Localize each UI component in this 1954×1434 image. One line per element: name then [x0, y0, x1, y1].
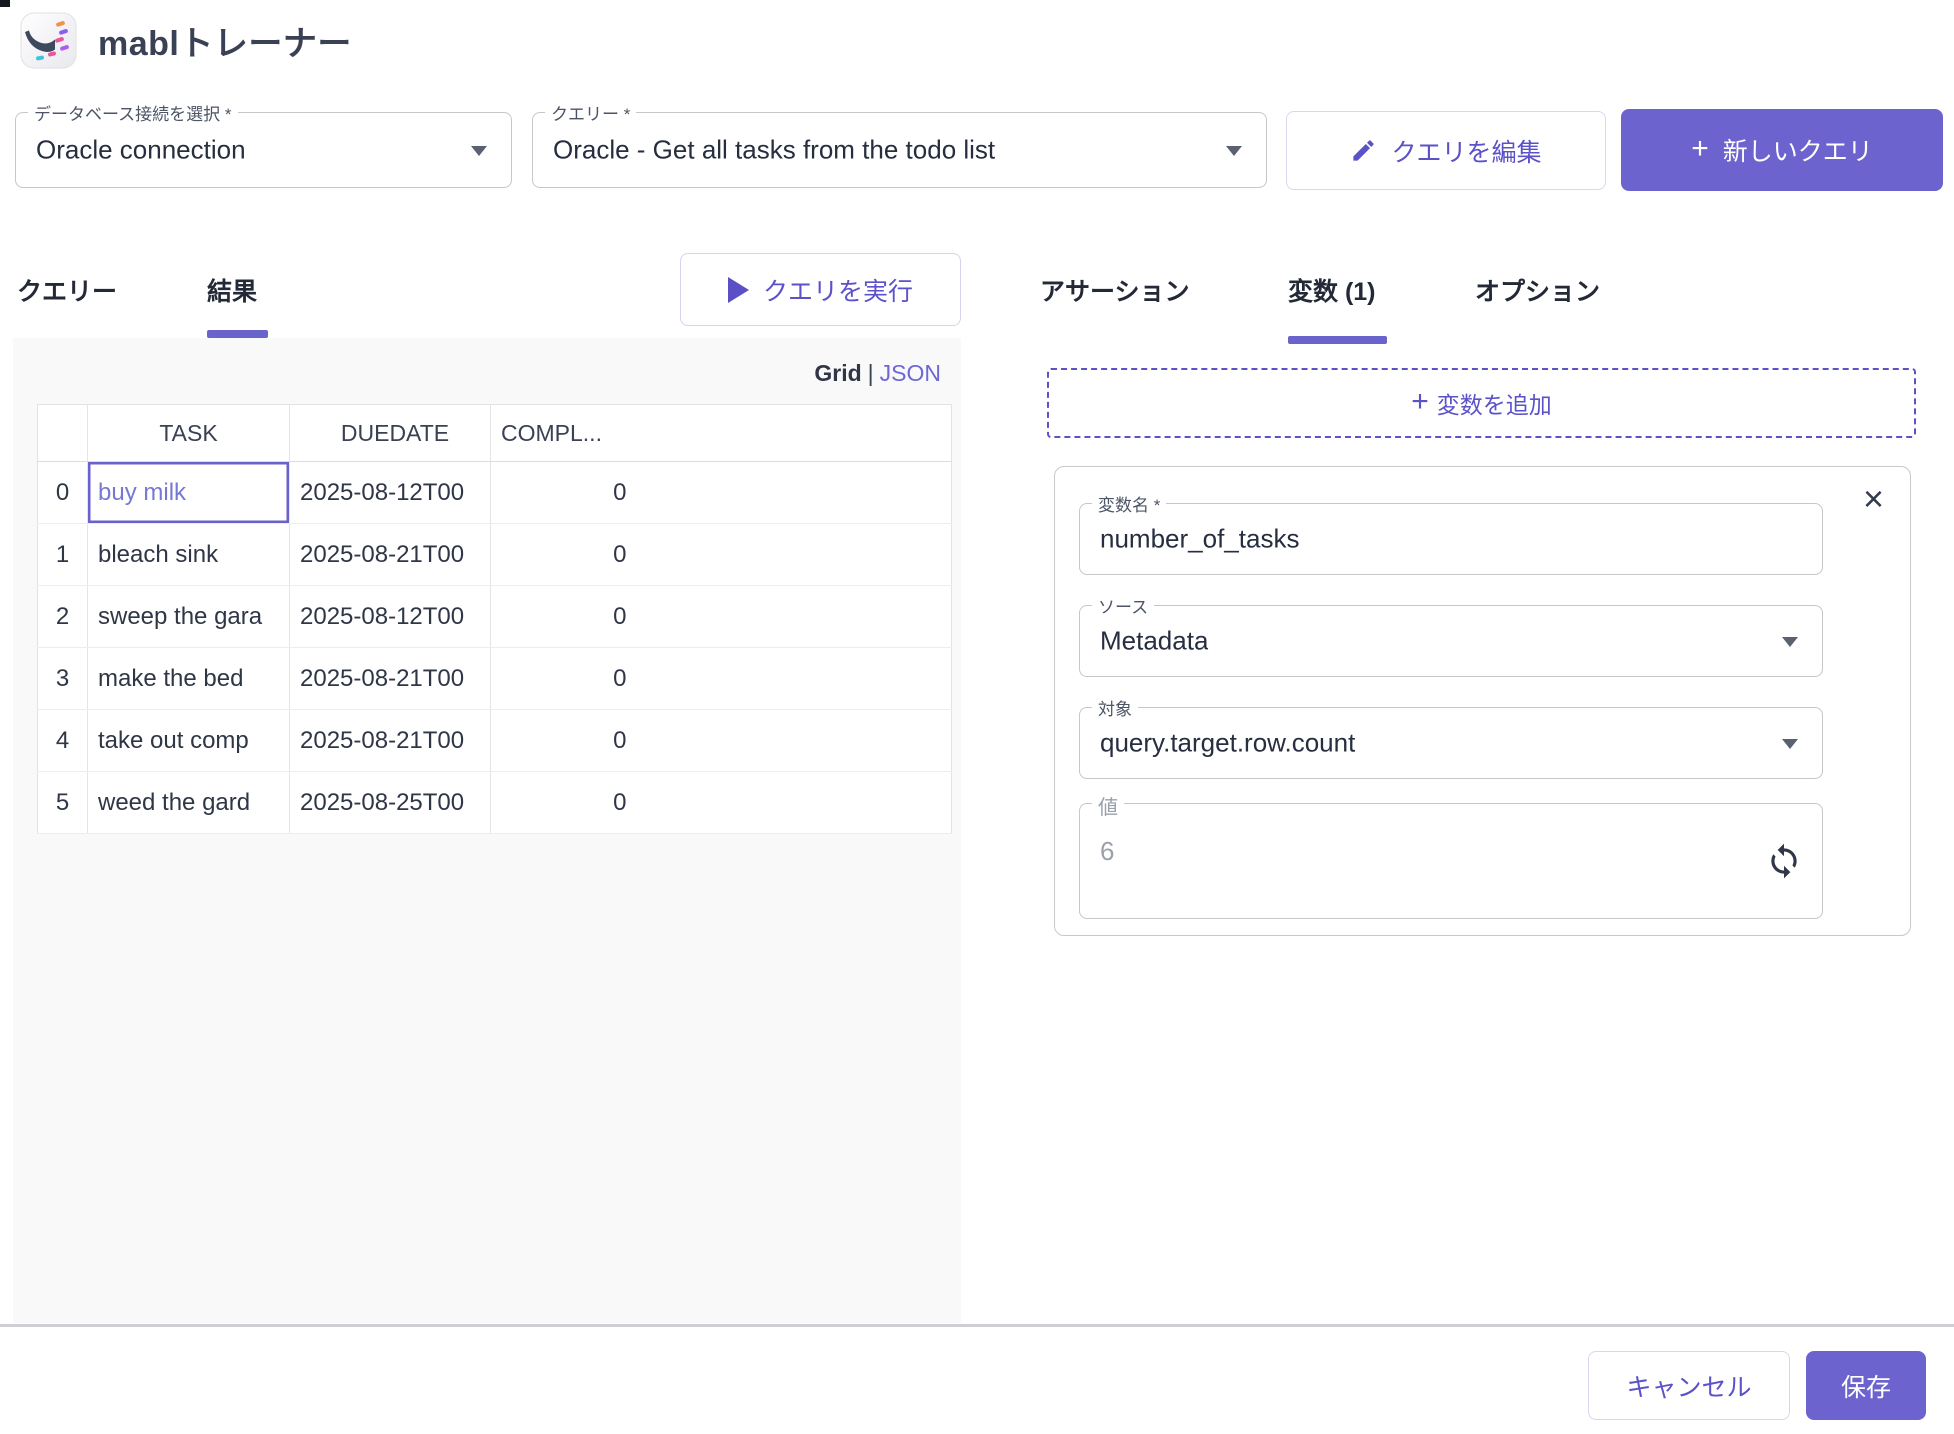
view-toggle: Grid | JSON — [780, 360, 941, 387]
new-query-label: 新しいクエリ — [1722, 138, 1873, 166]
edit-query-button[interactable]: クエリを編集 — [1286, 111, 1606, 190]
refresh-icon — [1771, 843, 1797, 879]
run-query-label: クエリを実行 — [762, 277, 913, 306]
cell-completed[interactable]: 0 — [490, 647, 749, 710]
tab-assertions[interactable]: アサーション — [1040, 272, 1190, 308]
chevron-down-icon — [1782, 637, 1798, 647]
cell-completed[interactable]: 0 — [490, 771, 749, 834]
app-header: mablトレーナー — [18, 8, 352, 72]
cell-duedate[interactable]: 2025-08-12T00 — [289, 585, 491, 648]
tab-variables[interactable]: 変数 (1) — [1288, 272, 1376, 308]
add-variable-label: 変数を追加 — [1436, 392, 1552, 418]
query-select-label: クエリー * — [545, 100, 637, 125]
cell-task[interactable]: buy milk — [87, 461, 290, 524]
variable-name-field[interactable]: 変数名 * number_of_tasks — [1079, 491, 1823, 575]
json-view-link[interactable]: JSON — [880, 360, 941, 386]
tab-results[interactable]: 結果 — [207, 272, 257, 308]
database-connection-value: Oracle connection — [36, 134, 246, 165]
variable-source-label: ソース — [1092, 593, 1155, 618]
row-index: 3 — [37, 647, 88, 710]
tab-queries[interactable]: クエリー — [17, 272, 117, 308]
pencil-icon — [1353, 140, 1375, 161]
database-connection-label: データベース接続を選択 * — [28, 100, 238, 125]
chevron-down-icon — [1226, 146, 1242, 156]
cell-duedate[interactable]: 2025-08-25T00 — [289, 771, 491, 834]
col-header-duedate[interactable]: DUEDATE — [289, 404, 491, 462]
cell-task[interactable]: make the bed — [87, 647, 290, 710]
tab-variables-underline — [1288, 336, 1387, 344]
row-index: 2 — [37, 585, 88, 648]
cell-completed[interactable]: 0 — [490, 461, 749, 524]
cell-task[interactable]: weed the gard — [87, 771, 290, 834]
cell-completed[interactable]: 0 — [490, 523, 749, 586]
mabl-logo-icon — [20, 12, 77, 69]
corner-artifact — [0, 0, 10, 7]
variable-card: × 変数名 * number_of_tasks ソース Metadata 対象 … — [1054, 466, 1911, 936]
results-table-body: 0 buy milk 2025-08-12T00 0 1 bleach sink… — [37, 461, 952, 834]
cell-task[interactable]: bleach sink — [87, 523, 290, 586]
refresh-value-button[interactable] — [1764, 841, 1804, 881]
col-header-index — [37, 404, 88, 462]
table-row: 3 make the bed 2025-08-21T00 0 — [37, 647, 952, 710]
col-header-task[interactable]: TASK — [87, 404, 290, 462]
results-table: TASK DUEDATE COMPL... 0 buy milk 2025-08… — [37, 404, 952, 834]
cell-completed[interactable]: 0 — [490, 585, 749, 648]
row-index: 0 — [37, 461, 88, 524]
tab-results-underline — [207, 330, 268, 338]
query-select[interactable]: クエリー * Oracle - Get all tasks from the t… — [532, 100, 1267, 188]
play-icon — [727, 276, 749, 303]
add-variable-button[interactable]: + 変数を追加 — [1047, 368, 1916, 438]
table-row: 1 bleach sink 2025-08-21T00 0 — [37, 523, 952, 586]
run-query-button[interactable]: クエリを実行 — [680, 253, 961, 326]
new-query-button[interactable]: + 新しいクエリ — [1621, 109, 1943, 191]
table-row: 0 buy milk 2025-08-12T00 0 — [37, 461, 952, 524]
cell-task[interactable]: take out comp — [87, 709, 290, 772]
variable-value-preview: 6 — [1100, 836, 1115, 866]
mabl-trainer-screen: mablトレーナー データベース接続を選択 * Oracle connectio… — [0, 0, 1954, 1434]
row-index: 4 — [37, 709, 88, 772]
variable-target-select[interactable]: 対象 query.target.row.count — [1079, 695, 1823, 779]
database-connection-select[interactable]: データベース接続を選択 * Oracle connection — [15, 100, 512, 188]
chevron-down-icon — [471, 146, 487, 156]
cell-duedate[interactable]: 2025-08-12T00 — [289, 461, 491, 524]
cancel-button[interactable]: キャンセル — [1588, 1351, 1790, 1420]
row-index: 1 — [37, 523, 88, 586]
variable-value-field[interactable]: 値 6 — [1079, 791, 1823, 919]
cell-completed[interactable]: 0 — [490, 709, 749, 772]
variable-source-select[interactable]: ソース Metadata — [1079, 593, 1823, 677]
cell-duedate[interactable]: 2025-08-21T00 — [289, 709, 491, 772]
row-index: 5 — [37, 771, 88, 834]
grid-view-label[interactable]: Grid — [814, 360, 861, 386]
app-title: mablトレーナー — [98, 24, 352, 63]
query-select-value: Oracle - Get all tasks from the todo lis… — [553, 134, 996, 165]
plus-icon: + — [1691, 132, 1709, 165]
variable-name-value: number_of_tasks — [1100, 523, 1300, 554]
table-row: 4 take out comp 2025-08-21T00 0 — [37, 709, 952, 772]
save-button[interactable]: 保存 — [1806, 1351, 1926, 1420]
footer-divider — [0, 1324, 1954, 1327]
cell-duedate[interactable]: 2025-08-21T00 — [289, 647, 491, 710]
chevron-down-icon — [1782, 739, 1798, 749]
variable-value-label: 値 — [1092, 791, 1124, 820]
table-row: 5 weed the gard 2025-08-25T00 0 — [37, 771, 952, 834]
table-row: 2 sweep the gara 2025-08-12T00 0 — [37, 585, 952, 648]
edit-query-label: クエリを編集 — [1391, 138, 1542, 167]
table-header-row: TASK DUEDATE COMPL... — [37, 404, 952, 462]
view-toggle-divider: | — [867, 360, 874, 386]
plus-icon: + — [1411, 385, 1429, 418]
variable-target-value: query.target.row.count — [1100, 727, 1356, 758]
cell-duedate[interactable]: 2025-08-21T00 — [289, 523, 491, 586]
variable-target-label: 対象 — [1092, 695, 1138, 720]
cell-task[interactable]: sweep the gara — [87, 585, 290, 648]
col-header-completed[interactable]: COMPL... — [490, 404, 749, 462]
tab-options[interactable]: オプション — [1475, 272, 1600, 308]
close-icon[interactable]: × — [1863, 481, 1884, 517]
variable-source-value: Metadata — [1100, 625, 1209, 656]
variable-name-label: 変数名 * — [1092, 491, 1167, 516]
